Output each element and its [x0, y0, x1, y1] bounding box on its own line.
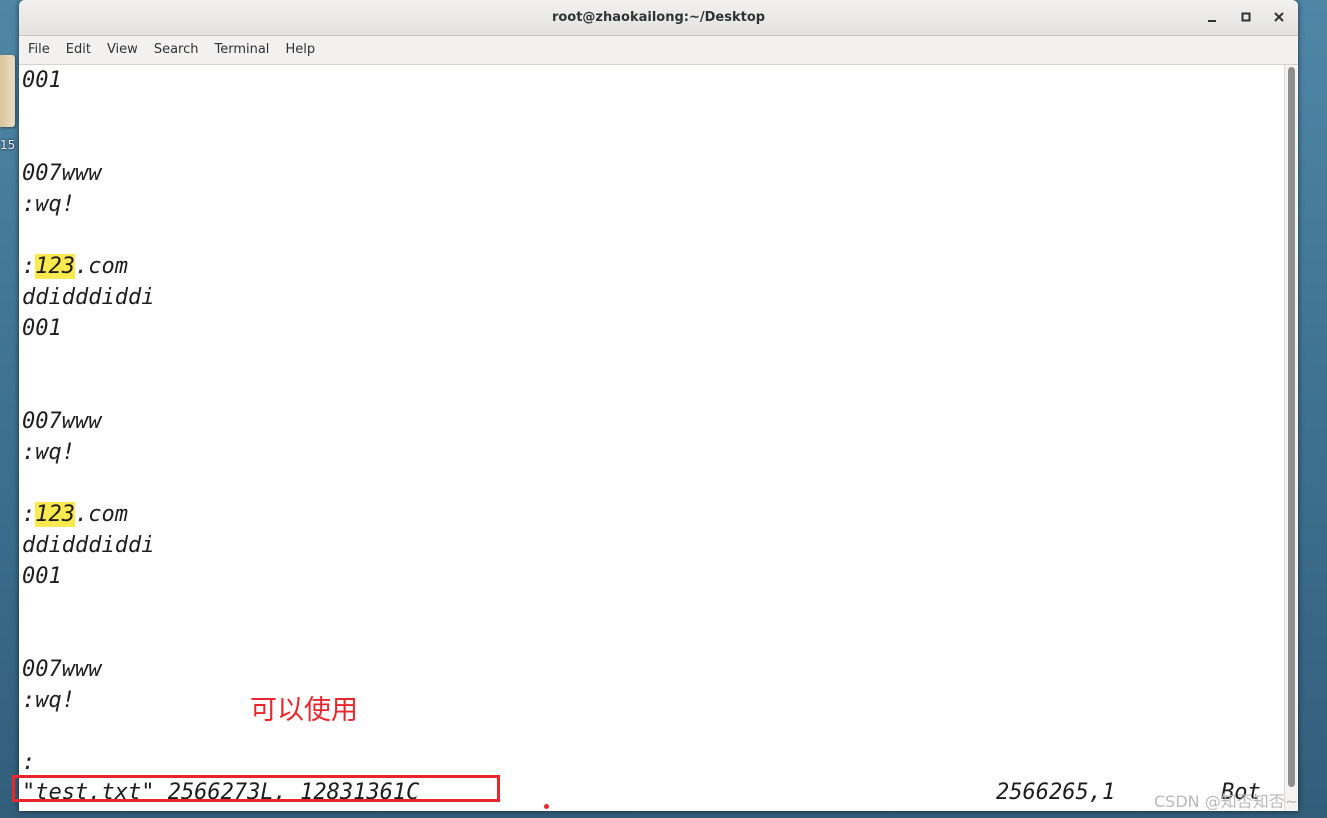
- terminal-line: :wq!: [22, 685, 75, 716]
- menu-file[interactable]: File: [20, 36, 58, 64]
- maximize-button[interactable]: [1235, 7, 1257, 27]
- minimize-button[interactable]: [1201, 7, 1223, 27]
- terminal-line: ddidddiddi: [22, 530, 154, 561]
- terminal-window: root@zhaokailong:~/Desktop File Edit Vie…: [19, 0, 1298, 811]
- terminal-text-area[interactable]: "test.txt" 2566273L, 12831361C 2566265,1…: [19, 65, 1284, 811]
- line-text: 007www: [22, 409, 102, 434]
- line-text: :: [22, 254, 36, 279]
- terminal-line: 001: [22, 313, 62, 344]
- annotation-text: 可以使用: [250, 695, 358, 726]
- maximize-icon: [1241, 12, 1251, 22]
- watermark: CSDN @知否知否~: [1154, 792, 1299, 811]
- terminal-line: 001: [22, 65, 62, 96]
- terminal-line: 007www: [22, 158, 101, 189]
- close-button[interactable]: [1268, 7, 1290, 27]
- line-text: .com: [75, 502, 128, 527]
- line-text: .com: [75, 254, 128, 279]
- close-icon: [1274, 12, 1284, 22]
- window-title: root@zhaokailong:~/Desktop: [551, 10, 766, 25]
- line-text: ddidddiddi: [22, 285, 155, 310]
- line-text: 007www: [22, 161, 102, 186]
- vim-status-cursor-position: 2566265,1: [996, 780, 1116, 805]
- line-text: 007www: [22, 657, 102, 682]
- line-text: :: [22, 750, 36, 775]
- annotation-dot: [544, 804, 549, 809]
- terminal-line: 007www: [22, 406, 101, 437]
- menu-help[interactable]: Help: [277, 36, 323, 64]
- terminal-line: :123.com: [22, 499, 128, 530]
- terminal-line: ddidddiddi: [22, 282, 154, 313]
- line-text: :wq!: [22, 192, 75, 217]
- terminal-line: :123.com: [22, 251, 128, 282]
- line-text: 001: [22, 564, 62, 589]
- annotation-highlight-box: [12, 775, 500, 802]
- scrollbar-thumb[interactable]: [1288, 67, 1295, 787]
- line-text: ddidddiddi: [22, 533, 155, 558]
- vertical-scrollbar[interactable]: [1284, 65, 1298, 811]
- terminal-line: :wq!: [22, 437, 75, 468]
- line-text: 001: [22, 316, 62, 341]
- line-text: 001: [22, 68, 62, 93]
- title-bar[interactable]: root@zhaokailong:~/Desktop: [19, 0, 1298, 36]
- terminal-line: :: [22, 747, 35, 778]
- search-match-highlight: 123: [35, 254, 75, 279]
- line-text: :wq!: [22, 688, 75, 713]
- terminal-line: 007www: [22, 654, 101, 685]
- menu-edit[interactable]: Edit: [58, 36, 99, 64]
- menu-search[interactable]: Search: [146, 36, 207, 64]
- desktop-icon-label: 15: [0, 138, 16, 152]
- terminal-line: :wq!: [22, 189, 75, 220]
- line-text: :wq!: [22, 440, 75, 465]
- desktop-folder-icon[interactable]: [0, 55, 15, 127]
- menu-bar: File Edit View Search Terminal Help: [19, 36, 1298, 65]
- minimize-icon: [1208, 20, 1216, 22]
- search-match-highlight: 123: [35, 502, 75, 527]
- menu-terminal[interactable]: Terminal: [206, 36, 277, 64]
- menu-view[interactable]: View: [99, 36, 146, 64]
- line-text: :: [22, 502, 36, 527]
- terminal-line: 001: [22, 561, 62, 592]
